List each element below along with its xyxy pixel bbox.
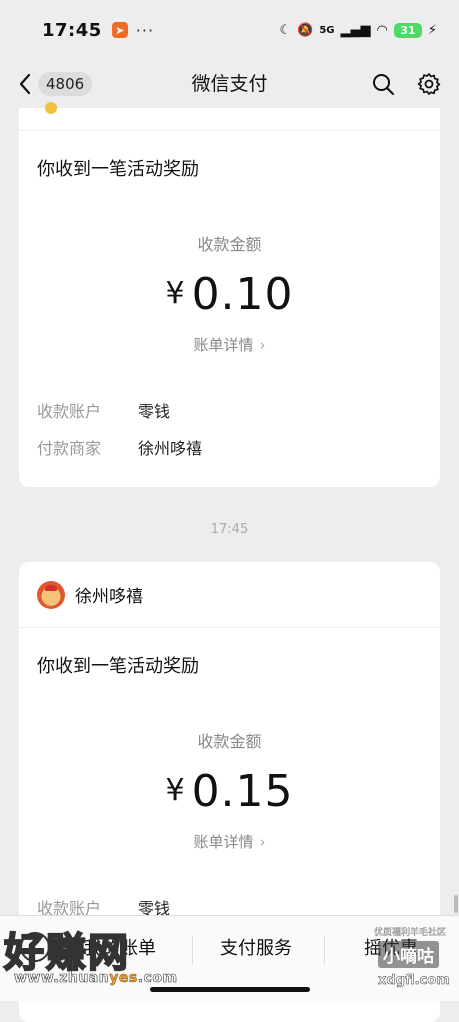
moon-icon: ☾ [279, 22, 292, 38]
chevron-left-icon [19, 73, 31, 95]
row-value: 零钱 [138, 401, 171, 421]
scrollbar[interactable] [454, 895, 458, 913]
charging-icon: ⚡ [427, 22, 437, 38]
tab-divider [192, 936, 193, 964]
amount-label: 收款金额 [197, 732, 262, 751]
unread-badge: 4806 [38, 72, 93, 96]
gear-icon[interactable] [417, 72, 441, 96]
more-dots: ··· [135, 20, 155, 40]
payment-card[interactable]: 你收到一笔活动奖励 收款金额 ¥0.10 账单详情 › 收款账户 零钱 付款商家 … [19, 102, 440, 487]
bill-detail-link[interactable]: 账单详情 › [19, 334, 440, 355]
detail-row: 收款账户 零钱 [37, 391, 422, 428]
status-bar: 17:45 ➤ ··· ☾ 🔕 5G ▂▄▆ ◠ 31 ⚡ [0, 0, 459, 60]
row-key: 收款账户 [37, 401, 102, 421]
detail-rows: 收款账户 零钱 付款商家 徐州哆禧 [19, 391, 440, 465]
amount-label: 收款金额 [197, 235, 262, 254]
chevron-right-icon: › [259, 833, 266, 851]
back-button[interactable]: 4806 [18, 72, 93, 96]
network-label: 5G [319, 24, 335, 36]
bill-detail-link[interactable]: 账单详情 › [19, 831, 440, 852]
keyboard-toggle-icon[interactable] [20, 932, 50, 962]
amount-number: 0.15 [191, 766, 294, 817]
battery-indicator: 31 [393, 22, 422, 38]
bill-detail-label: 账单详情 [193, 833, 254, 851]
card-headline: 你收到一笔活动奖励 [37, 159, 199, 180]
amount-value: ¥0.10 [19, 269, 440, 320]
tab-divider [324, 936, 325, 964]
tab-shake-offers[interactable]: 摇优惠 [364, 934, 418, 960]
amount-number: 0.10 [191, 269, 294, 320]
wifi-icon: ◠ [376, 22, 388, 38]
card-header: 徐州哆禧 [19, 562, 440, 628]
search-icon[interactable] [371, 72, 395, 96]
detail-row: 付款商家 徐州哆禧 [37, 428, 422, 465]
signal-icon: ▂▄▆ [340, 22, 371, 38]
send-icon: ➤ [111, 22, 128, 38]
card-headline: 你收到一笔活动奖励 [37, 656, 199, 677]
currency-symbol: ¥ [165, 773, 186, 808]
merchant-name: 徐州哆禧 [75, 587, 143, 607]
home-indicator[interactable] [150, 987, 310, 992]
status-time: 17:45 [42, 19, 102, 41]
bill-detail-label: 账单详情 [193, 336, 254, 354]
merchant-avatar [37, 580, 65, 609]
card-header-partial [19, 102, 440, 131]
message-timestamp: 17:45 [210, 522, 249, 537]
tab-my-bills[interactable]: 我的账单 [84, 934, 156, 960]
row-value: 徐州哆禧 [138, 438, 203, 458]
status-indicators: ☾ 🔕 5G ▂▄▆ ◠ 31 ⚡ [279, 22, 437, 38]
nav-bar: 4806 微信支付 [0, 60, 459, 108]
mute-icon: 🔕 [297, 22, 314, 38]
amount-value: ¥0.15 [19, 766, 440, 817]
chevron-right-icon: › [259, 336, 266, 354]
tab-payment-services[interactable]: 支付服务 [220, 934, 292, 960]
currency-symbol: ¥ [165, 276, 186, 311]
row-key: 付款商家 [37, 438, 102, 458]
